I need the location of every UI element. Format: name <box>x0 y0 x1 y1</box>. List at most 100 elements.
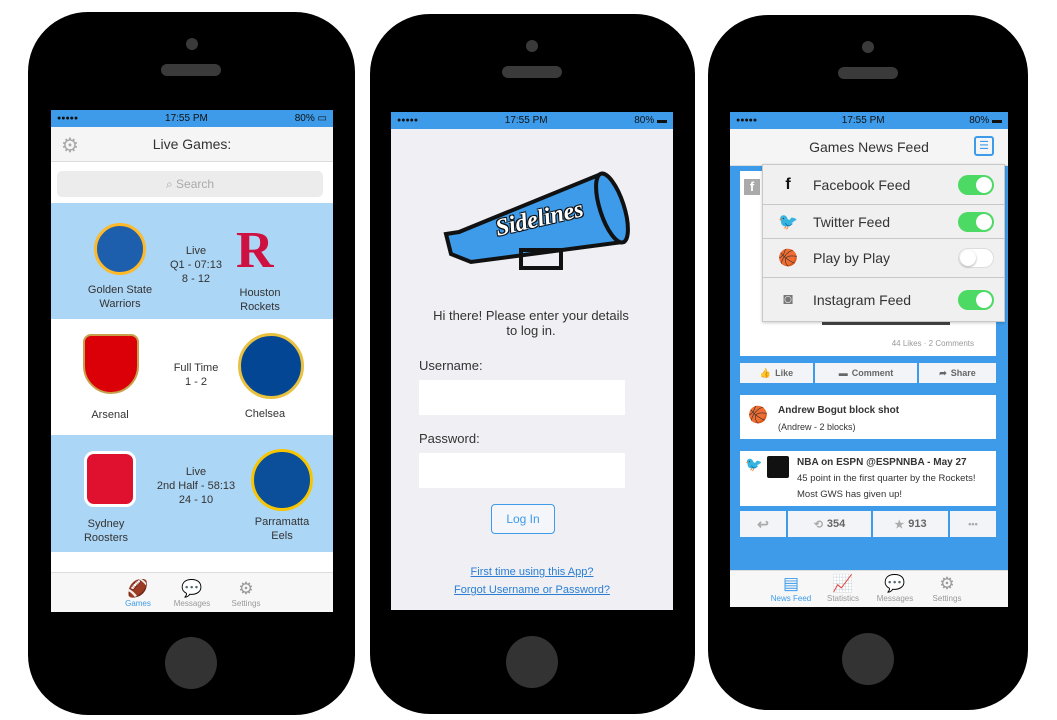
favorite-button[interactable]: ★ 913 <box>872 510 949 538</box>
roosters-logo <box>84 451 136 507</box>
camera <box>526 40 538 52</box>
facebook-icon: f <box>785 175 791 193</box>
tweet-body: 45 point in the first quarter by the Roc… <box>797 473 976 500</box>
more-button[interactable]: ••• <box>949 510 997 538</box>
twitter-toggle[interactable] <box>958 211 994 232</box>
share-icon: ➦ <box>939 367 947 378</box>
football-icon: 🏈 <box>127 579 149 598</box>
camera <box>186 38 198 50</box>
pbp-title: Andrew Bogut block shot <box>778 405 900 416</box>
feed-option-facebook[interactable]: f Facebook Feed <box>763 165 1004 205</box>
home-button[interactable] <box>842 633 894 685</box>
battery: 80% ▬ <box>634 115 667 126</box>
camera <box>862 41 874 53</box>
home-team: Golden State Warriors <box>87 284 153 310</box>
arsenal-logo <box>83 334 139 394</box>
tab-statistics[interactable]: 📈 Statistics <box>820 571 866 607</box>
facebook-icon: f <box>744 179 760 195</box>
speaker <box>838 67 898 79</box>
login-screen: ●●●●● 17:55 PM 80% ▬ Sidelines Hi there! P… <box>391 112 673 610</box>
away-team: Parramatta Eels <box>254 516 310 542</box>
home-button[interactable] <box>506 636 558 688</box>
password-input[interactable] <box>419 453 625 488</box>
status-time: 17:55 PM <box>504 115 548 126</box>
twitter-icon: 🐦 <box>745 456 763 472</box>
comment-button[interactable]: ▬ Comment <box>814 362 918 384</box>
share-button[interactable]: ➦ Share <box>918 362 997 384</box>
feed-option-play-by-play[interactable]: 🏀 Play by Play <box>763 239 1004 278</box>
chat-icon: 💬 <box>884 574 906 593</box>
pbp-detail: (Andrew - 2 blocks) <box>778 422 856 432</box>
phone-login: ●●●●● 17:55 PM 80% ▬ Sidelines Hi there! P… <box>370 14 695 714</box>
signal-icon: ●●●●● <box>736 117 758 124</box>
game-row[interactable]: Arsenal Full Time 1 - 2 Chelsea <box>51 319 333 435</box>
play-by-play-toggle[interactable] <box>958 248 994 268</box>
chelsea-logo <box>238 333 304 399</box>
status-time: 17:55 PM <box>165 113 208 124</box>
phone-newsfeed: ●●●●● 17:55 PM 80% ▬ Games News Feed ☰ f 4… <box>708 15 1028 710</box>
away-team: Chelsea <box>244 408 286 420</box>
tab-bar: ▤ News Feed 📈 Statistics 💬 Messages ⚙ Settin… <box>730 570 1008 607</box>
first-time-link[interactable]: First time using this App? <box>391 566 673 578</box>
like-button[interactable]: 👍 Like <box>739 362 814 384</box>
speaker <box>161 64 221 76</box>
password-label: Password: <box>419 431 480 446</box>
search-bar[interactable]: ⌕ Search <box>57 171 323 197</box>
tab-settings[interactable]: ⚙ Settings <box>924 571 970 607</box>
twitter-icon: 🐦 <box>778 213 798 231</box>
status-time: 17:55 PM <box>841 115 885 126</box>
feed-option-instagram[interactable]: ◙ Instagram Feed <box>763 278 1004 322</box>
gear-icon[interactable]: ⚙ <box>61 133 79 158</box>
phone-games: ●●●●● 17:55 PM 80% ▭ ⚙ Live Games: ⌕ Searc… <box>28 12 355 715</box>
username-input[interactable] <box>419 380 625 415</box>
post-stats: 44 Likes · 2 Comments <box>891 339 974 348</box>
reply-button[interactable]: ↩ <box>739 510 787 538</box>
games-screen: ●●●●● 17:55 PM 80% ▭ ⚙ Live Games: ⌕ Searc… <box>51 110 333 612</box>
game-row[interactable]: Golden State Warriors Live Q1 - 07:13 8 - 1… <box>51 203 333 319</box>
speaker <box>502 66 562 78</box>
status-bar: ●●●●● 17:55 PM 80% ▭ <box>51 110 333 127</box>
search-placeholder: Search <box>176 177 215 191</box>
gear-icon: ⚙ <box>939 574 955 593</box>
tab-news-feed[interactable]: ▤ News Feed <box>768 571 814 607</box>
tweet-header: NBA on ESPN @ESPNNBA - May 27 <box>797 457 967 468</box>
eels-logo <box>251 449 313 511</box>
forgot-link[interactable]: Forgot Username or Password? <box>391 584 673 596</box>
status-bar: ●●●●● 17:55 PM 80% ▬ <box>730 112 1008 129</box>
newspaper-icon: ▤ <box>782 574 800 593</box>
greeting-text: Hi there! Please enter your details to l… <box>433 308 629 338</box>
home-team: Sydney Roosters <box>83 518 129 544</box>
tab-messages[interactable]: 💬 Messages <box>872 571 918 607</box>
login-button[interactable]: Log In <box>491 504 555 534</box>
header: ⚙ Live Games: <box>51 127 333 162</box>
game-row[interactable]: Sydney Roosters Live 2nd Half - 58:13 24 - … <box>51 435 333 552</box>
basketball-icon: 🏀 <box>778 250 798 267</box>
tab-bar: 🏈 Games 💬 Messages ⚙ Settings <box>51 572 333 612</box>
away-team: Houston Rockets <box>239 287 281 313</box>
chat-icon: 💬 <box>181 579 203 598</box>
tab-messages[interactable]: 💬 Messages <box>169 573 215 612</box>
search-icon: ⌕ <box>165 177 173 191</box>
warriors-logo <box>94 223 146 275</box>
status-bar: ●●●●● 17:55 PM 80% ▬ <box>391 112 673 129</box>
retweet-icon: ⟲ <box>813 518 823 531</box>
gear-icon: ⚙ <box>238 579 254 598</box>
basketball-icon: 🏀 <box>748 407 768 424</box>
facebook-toggle[interactable] <box>958 174 994 195</box>
tab-settings[interactable]: ⚙ Settings <box>223 573 269 612</box>
instagram-toggle[interactable] <box>958 290 994 310</box>
chart-icon: 📈 <box>832 574 854 593</box>
game-status: Live Q1 - 07:13 8 - 12 <box>170 245 222 285</box>
page-title: Live Games: <box>152 136 232 152</box>
comment-icon: ▬ <box>838 368 848 378</box>
tab-games[interactable]: 🏈 Games <box>115 573 161 612</box>
feed-option-twitter[interactable]: 🐦 Twitter Feed <box>763 205 1004 239</box>
home-button[interactable] <box>165 637 217 689</box>
filter-settings-icon[interactable]: ☰ <box>974 136 994 156</box>
page-title: Games News Feed <box>809 139 929 155</box>
game-status: Live 2nd Half - 58:13 24 - 10 <box>156 466 236 506</box>
signal-icon: ●●●●● <box>57 115 79 122</box>
signal-icon: ●●●●● <box>397 117 419 124</box>
feed-filter-dropdown: f Facebook Feed 🐦 Twitter Feed 🏀 Play by Pl… <box>762 164 1005 322</box>
retweet-button[interactable]: ⟲ 354 <box>787 510 872 538</box>
